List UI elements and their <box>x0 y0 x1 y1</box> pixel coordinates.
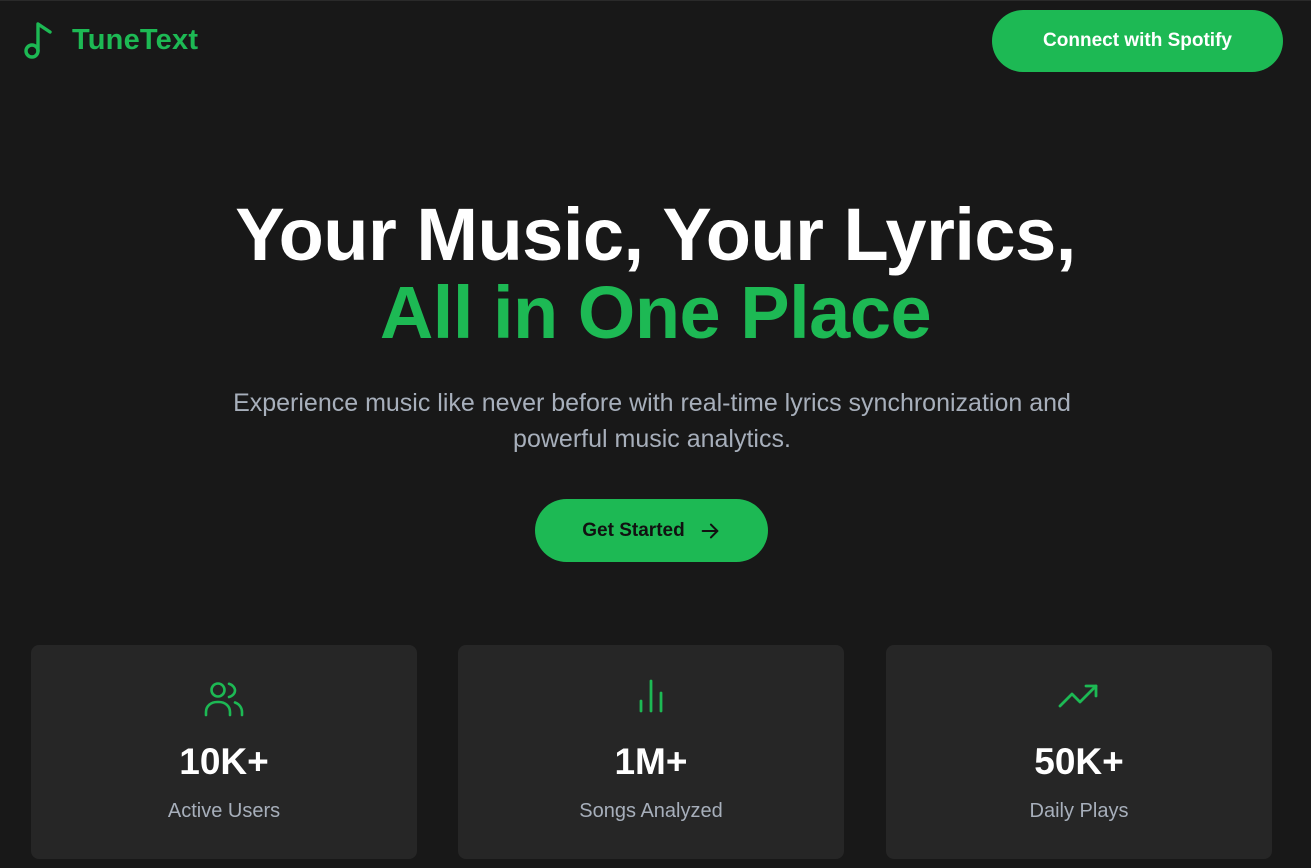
stat-card-songs-analyzed: 1M+ Songs Analyzed <box>458 645 844 859</box>
stat-value: 10K+ <box>179 741 269 782</box>
stat-label: Songs Analyzed <box>579 800 723 822</box>
get-started-button[interactable]: Get Started <box>535 499 768 562</box>
trending-up-icon <box>1058 684 1098 708</box>
landing-page: TuneText Connect with Spotify Your Music… <box>0 0 1311 868</box>
stat-label: Active Users <box>167 800 281 822</box>
hero-subtitle: Experience music like never before with … <box>233 389 1071 453</box>
stat-value: 50K+ <box>1034 741 1124 782</box>
stat-value: 1M+ <box>614 741 688 782</box>
hero-title-line1: Your Music, Your Lyrics, <box>235 193 1076 276</box>
stat-card-daily-plays: 50K+ Daily Plays <box>886 645 1272 859</box>
stat-label: Daily Plays <box>1029 800 1129 822</box>
brand-logo[interactable]: TuneText <box>22 20 198 60</box>
users-icon <box>204 682 244 717</box>
music-note-icon <box>24 22 52 59</box>
stat-card-active-users: 10K+ Active Users <box>31 645 417 859</box>
arrow-right-icon <box>701 523 719 538</box>
bar-chart-icon <box>639 679 663 713</box>
hero-title-line2: All in One Place <box>379 271 932 354</box>
connect-spotify-button[interactable]: Connect with Spotify <box>992 10 1283 72</box>
brand-name: TuneText <box>72 24 199 56</box>
get-started-label: Get Started <box>582 519 685 541</box>
top-nav: TuneText Connect with Spotify <box>0 1 1311 81</box>
